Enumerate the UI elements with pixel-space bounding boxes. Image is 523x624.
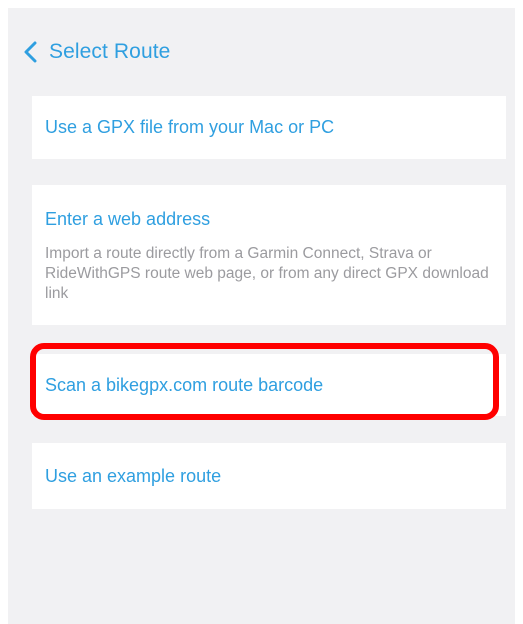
screen: Select Route Use a GPX file from your Ma… bbox=[8, 8, 515, 624]
web-address-option[interactable]: Enter a web address Import a route direc… bbox=[32, 185, 506, 325]
example-route-option[interactable]: Use an example route bbox=[32, 443, 506, 509]
example-route-option-label: Use an example route bbox=[45, 466, 222, 486]
gpx-file-option[interactable]: Use a GPX file from your Mac or PC bbox=[32, 96, 506, 159]
chevron-left-icon bbox=[24, 41, 37, 63]
scan-barcode-option[interactable]: Scan a bikegpx.com route barcode bbox=[32, 354, 506, 416]
web-address-option-description: Import a route directly from a Garmin Co… bbox=[45, 245, 489, 302]
page-title[interactable]: Select Route bbox=[49, 40, 170, 64]
gpx-file-option-label: Use a GPX file from your Mac or PC bbox=[45, 117, 335, 137]
web-address-option-label: Enter a web address bbox=[45, 209, 211, 229]
back-button[interactable]: Select Route bbox=[24, 36, 170, 68]
scan-barcode-option-label: Scan a bikegpx.com route barcode bbox=[45, 375, 324, 395]
